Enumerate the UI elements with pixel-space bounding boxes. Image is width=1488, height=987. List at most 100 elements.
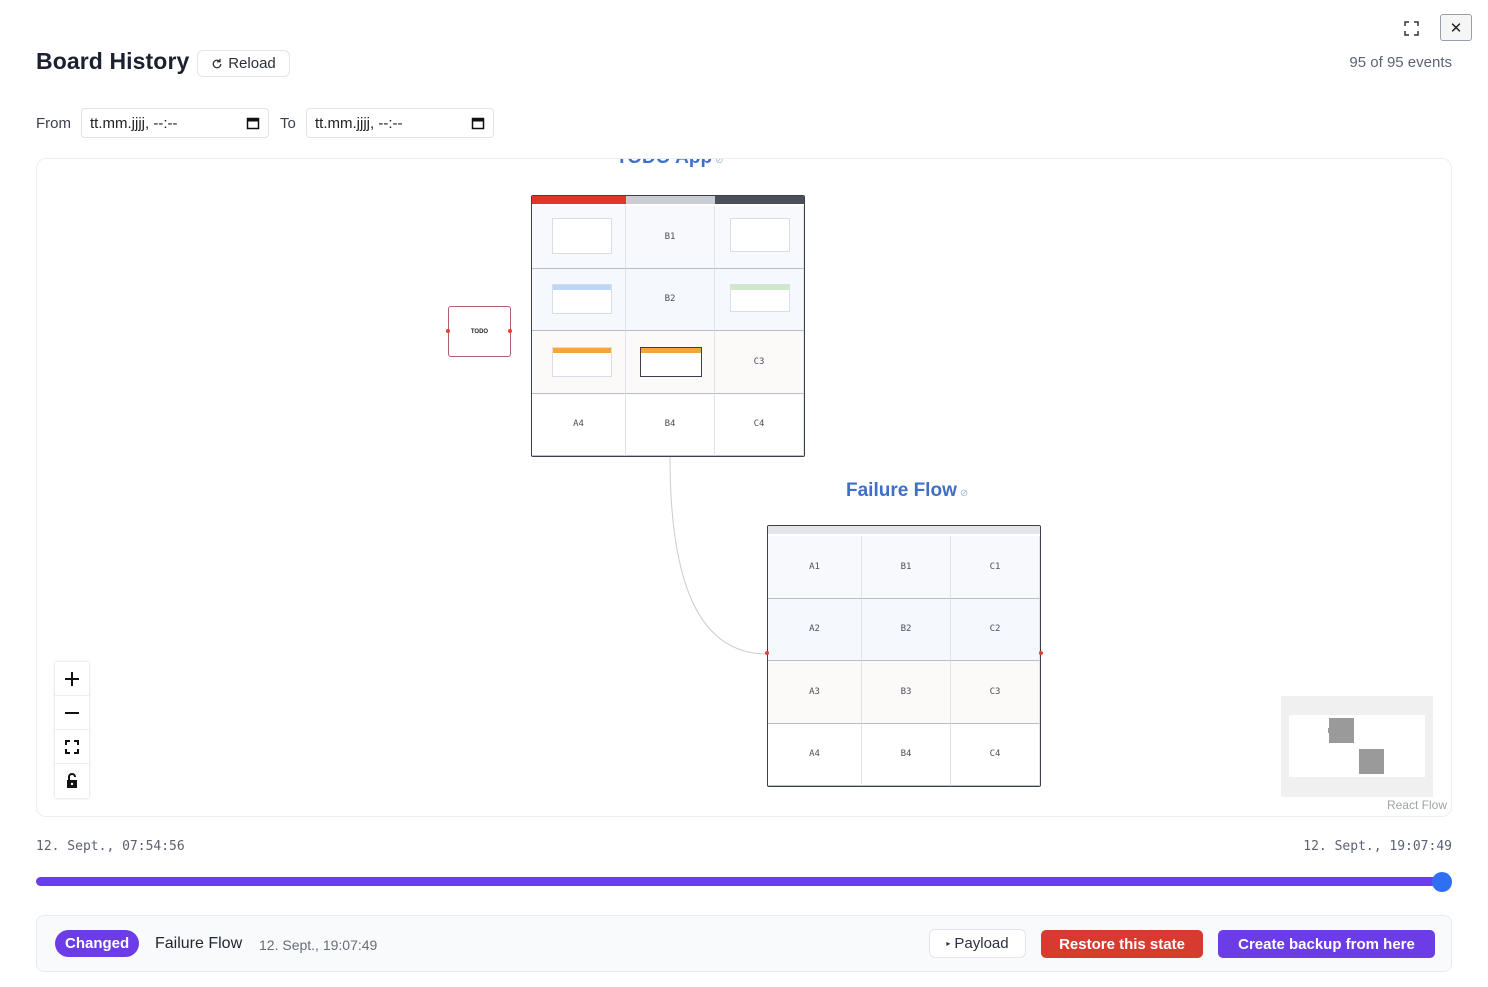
board-column-header	[532, 196, 626, 204]
board-cell[interactable]: B4	[626, 393, 715, 456]
timeline-slider-thumb[interactable]	[1432, 872, 1452, 892]
minimap-node	[1359, 749, 1384, 774]
from-date-input[interactable]: tt.mm.jjjj, --:--	[81, 108, 269, 138]
board-connection-edge	[669, 456, 768, 655]
fit-view-icon	[65, 739, 79, 754]
board-cell[interactable]: A2	[768, 598, 862, 661]
cell-label: C3	[989, 686, 1001, 697]
fullscreen-button[interactable]	[1400, 17, 1422, 39]
create-backup-button[interactable]: Create backup from here	[1218, 930, 1435, 958]
react-flow-attribution[interactable]: React Flow	[1387, 798, 1447, 812]
payload-button[interactable]: ▸ Payload	[929, 929, 1026, 958]
board-cell[interactable]: B4	[862, 723, 951, 786]
board-cell[interactable]: B1	[862, 536, 951, 599]
board-title-todo-app[interactable]: TODO App⊘	[616, 158, 724, 169]
board-cell[interactable]: A1	[768, 536, 862, 599]
board-cell[interactable]: C3	[715, 331, 804, 394]
board-column-header	[626, 196, 715, 204]
board-cell[interactable]: C4	[715, 393, 804, 456]
cell-label: A1	[809, 561, 820, 572]
link-icon: ⊘	[959, 488, 969, 499]
node-handle[interactable]	[765, 651, 769, 655]
cell-label: B2	[900, 624, 912, 635]
board-cell[interactable]: B2	[862, 598, 951, 661]
card[interactable]	[730, 218, 790, 252]
plus-icon	[65, 671, 79, 686]
board-cell[interactable]: A4	[532, 393, 626, 456]
payload-label: Payload	[954, 935, 1009, 952]
zoom-out-button[interactable]	[55, 696, 89, 730]
to-label: To	[280, 115, 296, 132]
board-title-failure-flow[interactable]: Failure Flow ⊘	[846, 480, 968, 502]
calendar-icon	[471, 117, 485, 130]
to-date-input[interactable]: tt.mm.jjjj, --:--	[306, 108, 494, 138]
fit-view-button[interactable]	[55, 730, 89, 764]
reload-icon	[212, 58, 222, 68]
cell-label: A4	[573, 419, 584, 430]
cell-label: C2	[989, 624, 1001, 635]
calendar-icon	[246, 117, 260, 130]
reload-button[interactable]: Reload	[197, 50, 290, 77]
link-icon: ⊘	[715, 158, 724, 166]
event-time: 12. Sept., 19:07:49	[259, 937, 378, 953]
board-failure-flow[interactable]: A1 B1 C1 A2 B2 C2 A3 B3 C3 A4 B4 C4	[767, 525, 1041, 787]
board-column-header	[715, 196, 804, 204]
status-badge: Changed	[55, 930, 140, 957]
minimap-node	[1328, 728, 1334, 733]
zoom-controls	[55, 662, 89, 798]
flow-canvas[interactable]: TODO App⊘ TODO B1 B2 C3 A4 B4 C4 Failure Flow…	[36, 158, 1452, 817]
node-handle[interactable]	[1039, 651, 1043, 655]
minimap-viewport	[1289, 715, 1425, 777]
reload-label: Reload	[228, 55, 276, 72]
caret-right-icon: ▸	[946, 939, 951, 948]
timeline-start: 12. Sept., 07:54:56	[36, 839, 185, 854]
cell-label: B1	[664, 231, 676, 242]
from-date-value: tt.mm.jjjj, --:--	[90, 114, 178, 132]
board-cell[interactable]: B3	[862, 661, 951, 724]
board-cell[interactable]: C1	[951, 536, 1040, 599]
card[interactable]	[552, 218, 612, 254]
cell-label: B2	[664, 294, 676, 305]
cell-label: C1	[989, 561, 1001, 572]
card[interactable]	[552, 347, 612, 377]
zoom-in-button[interactable]	[55, 662, 89, 696]
restore-state-button[interactable]: Restore this state	[1041, 930, 1203, 958]
expand-icon	[1403, 20, 1419, 36]
minus-icon	[65, 711, 79, 714]
cell-label: B1	[900, 561, 912, 572]
card[interactable]	[640, 347, 702, 377]
board-todo-app[interactable]: B1 B2 C3 A4 B4 C4	[531, 195, 805, 457]
close-button[interactable]: ✕	[1440, 14, 1472, 41]
board-cell[interactable]: A4	[768, 723, 862, 786]
board-cell[interactable]: C2	[951, 598, 1040, 661]
page-title: Board History	[36, 48, 190, 74]
minimap[interactable]	[1281, 696, 1433, 797]
event-count: 95 of 95 events	[1349, 54, 1452, 71]
card[interactable]	[730, 284, 790, 312]
board-column-header	[768, 526, 1040, 534]
board-cell[interactable]: B1	[626, 206, 715, 269]
node-handle[interactable]	[446, 329, 450, 333]
board-cell[interactable]: C3	[951, 661, 1040, 724]
close-icon: ✕	[1449, 19, 1463, 37]
cell-label: C4	[753, 419, 765, 430]
todo-node[interactable]: TODO	[448, 306, 511, 357]
board-cell[interactable]: A3	[768, 661, 862, 724]
todo-node-label: TODO	[470, 328, 489, 335]
cell-label: A2	[809, 624, 820, 635]
board-cell[interactable]: C4	[951, 723, 1040, 786]
cell-label: B4	[664, 419, 676, 430]
timeline-slider[interactable]	[36, 877, 1442, 886]
event-name: Failure Flow	[155, 935, 243, 952]
cell-label: C3	[753, 356, 765, 367]
lock-icon	[67, 773, 77, 788]
to-date-value: tt.mm.jjjj, --:--	[315, 114, 403, 132]
timeline-end: 12. Sept., 19:07:49	[1303, 839, 1452, 854]
cell-label: C4	[989, 749, 1001, 760]
board-cell[interactable]: B2	[626, 268, 715, 331]
cell-label: B3	[900, 686, 912, 697]
card[interactable]	[552, 284, 612, 314]
cell-label: A4	[809, 749, 820, 760]
node-handle[interactable]	[508, 329, 512, 333]
lock-button[interactable]	[55, 764, 89, 798]
